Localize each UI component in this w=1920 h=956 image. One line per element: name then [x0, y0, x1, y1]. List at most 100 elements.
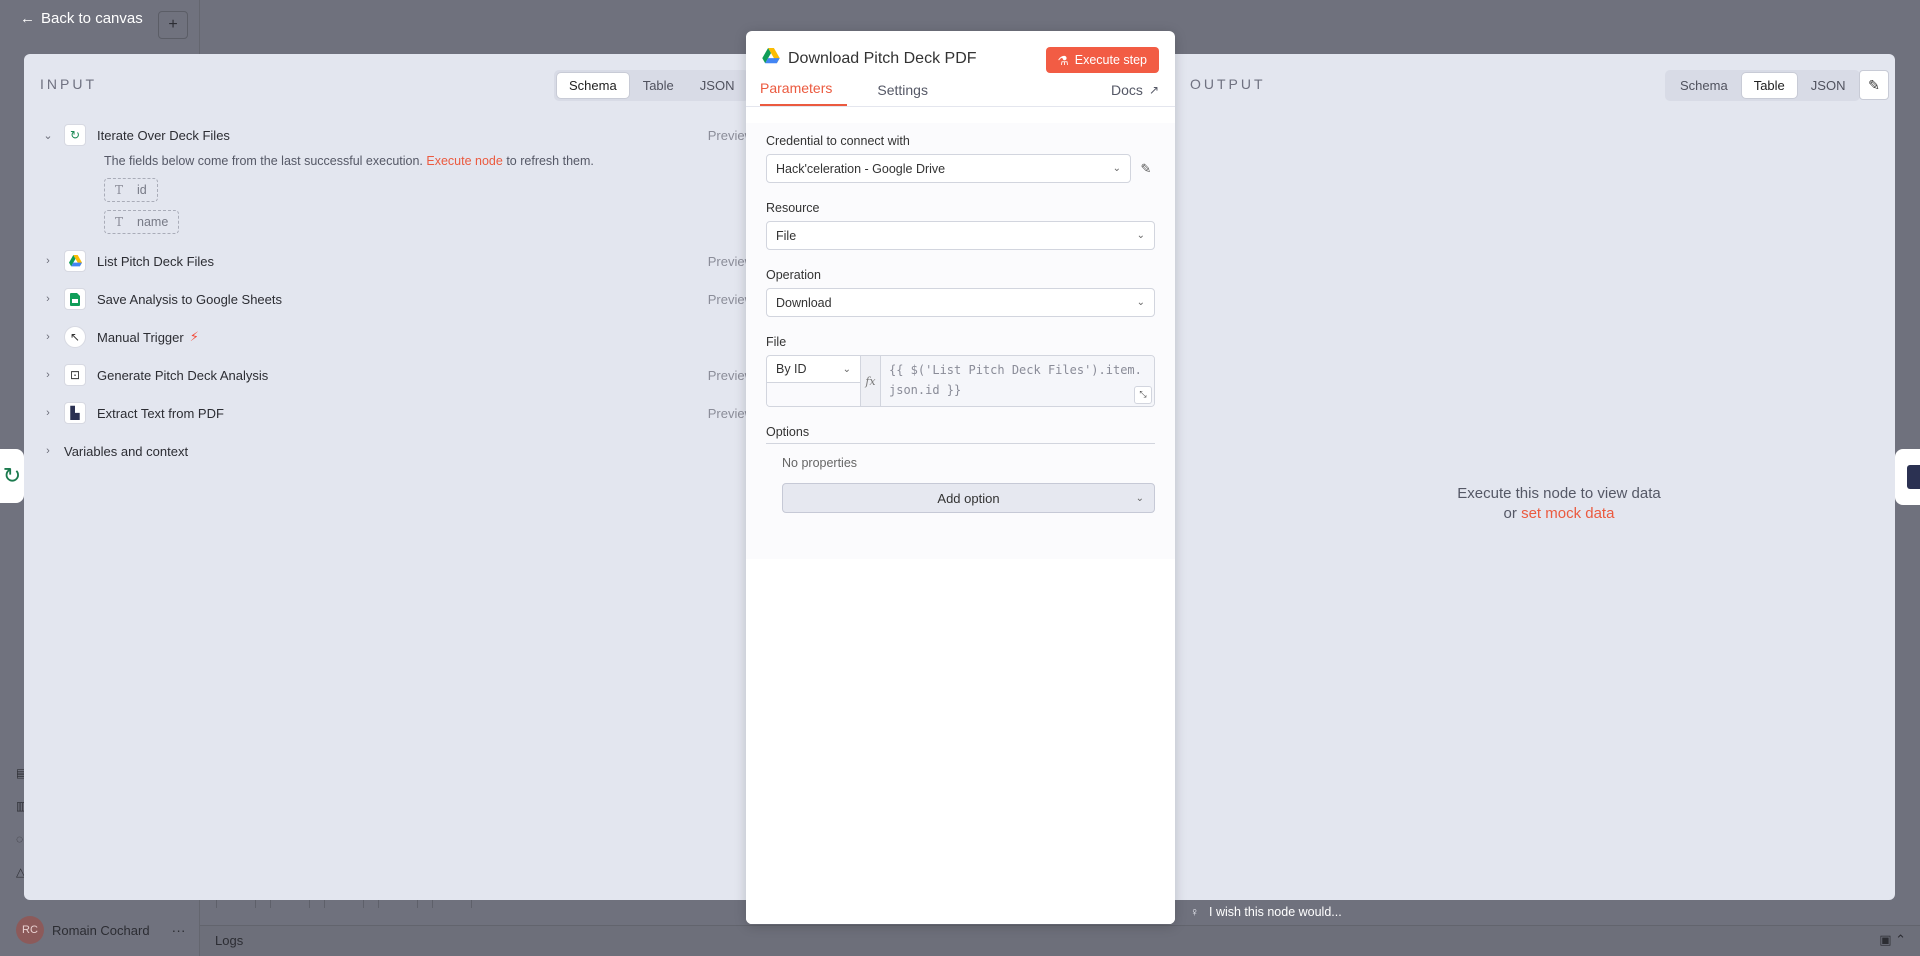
back-to-canvas-link[interactable]: ← Back to canvas [20, 10, 143, 27]
trigger-bolt-icon: ⚡ [189, 329, 199, 344]
credential-select[interactable]: Hack'celeration - Google Drive ⌄ [766, 154, 1131, 183]
logs-bar [200, 925, 1920, 956]
edit-output-button[interactable]: ✎ [1859, 70, 1889, 100]
tab-parameters[interactable]: Parameters [760, 80, 848, 106]
panel-header: Download Pitch Deck PDF ⚗ Execute step [746, 31, 1175, 73]
input-panel-title: INPUT [40, 76, 97, 92]
execute-step-label: Execute step [1074, 53, 1147, 67]
node-name: Extract Text from PDF [97, 405, 224, 421]
loop-icon: ↻ [64, 124, 86, 146]
chevron-down-icon: ⌄ [1136, 297, 1145, 308]
resource-select[interactable]: File ⌄ [766, 221, 1155, 250]
execute-step-button[interactable]: ⚗ Execute step [1045, 47, 1159, 73]
output-empty-state: Execute this node to view data or set mo… [1434, 484, 1684, 524]
input-schema-tree: ⌄ ↻ Iterate Over Deck Files Preview The … [40, 116, 760, 470]
text-type-icon: T [115, 215, 124, 229]
note-suffix: to refresh them. [506, 154, 594, 168]
node-name: Iterate Over Deck Files [97, 127, 230, 143]
chevron-down-icon: ⌄ [842, 363, 851, 375]
docs-label: Docs [1111, 82, 1143, 98]
next-node-icon [1895, 449, 1920, 505]
chevron-down-icon: ⌄ [43, 129, 53, 142]
google-sheets-icon [64, 288, 86, 310]
output-panel-title: OUTPUT [1190, 76, 1266, 92]
file-expression-editor[interactable]: {{ $('List Pitch Deck Files').item.json.… [881, 356, 1154, 406]
flask-icon: ⚗ [1057, 53, 1069, 68]
output-view-switcher: Schema Table JSON [1665, 70, 1861, 101]
add-option-button[interactable]: Add option ⌄ [782, 483, 1155, 513]
add-option-label: Add option [937, 490, 1000, 506]
chevron-right-icon: › [46, 331, 50, 343]
options-label: Options [766, 425, 1155, 444]
set-mock-data-link[interactable]: set mock data [1521, 505, 1614, 522]
chevron-right-icon: › [46, 255, 50, 267]
previous-node-icon: ↻ [0, 449, 24, 503]
file-input-group: By ID ⌄ fx {{ $('List Pitch Deck Files')… [766, 355, 1155, 407]
back-to-canvas-label: Back to canvas [41, 10, 143, 27]
external-link-icon: ↗ [1148, 83, 1159, 97]
variables-label: Variables and context [64, 443, 189, 459]
tree-node-generate-pitch-deck-analysis[interactable]: › ⊡ Generate Pitch Deck Analysis Preview [40, 356, 760, 394]
parameters-form: Credential to connect with Hack'celerati… [746, 123, 1175, 924]
no-properties-text: No properties [782, 456, 858, 470]
avatar: RC [16, 916, 44, 944]
feedback-link[interactable]: ♀ I wish this node would... [1190, 905, 1342, 919]
input-tab-table[interactable]: Table [631, 73, 686, 98]
node-name: Manual Trigger [97, 329, 184, 345]
add-tab-icon: + [158, 11, 188, 39]
chevron-down-icon: ⌄ [1136, 230, 1145, 241]
credential-value: Hack'celeration - Google Drive [776, 161, 946, 176]
node-title[interactable]: Download Pitch Deck PDF [788, 50, 977, 68]
tree-node-manual-trigger[interactable]: › ↖ Manual Trigger ⚡ [40, 318, 760, 356]
tree-node-list-pitch-deck-files[interactable]: › List Pitch Deck Files Preview [40, 242, 760, 280]
tree-variables-and-context[interactable]: › Variables and context [40, 432, 760, 470]
open-expression-editor-icon[interactable]: ⤡ [1134, 386, 1152, 404]
expression-fx-icon: fx [861, 356, 881, 406]
operation-select[interactable]: Download ⌄ [766, 288, 1155, 317]
tab-settings[interactable]: Settings [877, 82, 928, 106]
empty-state-text: Execute this node to view data [1457, 485, 1661, 502]
resource-value: File [776, 228, 797, 243]
logs-label: Logs [215, 933, 244, 948]
operation-value: Download [776, 295, 832, 310]
user-name: Romain Cochard [52, 922, 150, 938]
robot-icon: ⊡ [64, 364, 86, 386]
input-tab-json[interactable]: JSON [688, 73, 747, 98]
edit-credential-icon[interactable]: ✎ [1137, 161, 1155, 177]
output-tab-table[interactable]: Table [1741, 73, 1797, 98]
tree-node-iterate-over-deck-files[interactable]: ⌄ ↻ Iterate Over Deck Files Preview [40, 116, 760, 154]
execute-node-link[interactable]: Execute node [426, 154, 502, 168]
cursor-icon: ↖ [64, 326, 86, 348]
input-tab-schema[interactable]: Schema [557, 73, 629, 98]
node-name: Save Analysis to Google Sheets [97, 291, 283, 307]
schema-fields: T id T name [40, 178, 760, 242]
user-menu: RC Romain Cochard ··· [16, 916, 186, 944]
pencil-icon: ✎ [1868, 76, 1880, 93]
docs-link[interactable]: Docs ↗ [1111, 82, 1159, 98]
file-expression-value: {{ $('List Pitch Deck Files').item.json.… [889, 363, 1142, 397]
output-tab-json[interactable]: JSON [1799, 73, 1858, 98]
node-name: List Pitch Deck Files [97, 253, 215, 269]
text-type-icon: T [115, 183, 124, 197]
pdf-extract-icon: ▙ [64, 402, 86, 424]
tree-node-save-analysis-to-google-sheets[interactable]: › Save Analysis to Google Sheets Preview [40, 280, 760, 318]
chevron-right-icon: › [46, 407, 50, 419]
schema-field-name[interactable]: T name [104, 210, 180, 234]
chevron-down-icon: ⌄ [1135, 492, 1144, 504]
input-view-switcher: Schema Table JSON [554, 70, 750, 101]
file-mode-select[interactable]: By ID ⌄ [767, 356, 860, 382]
google-drive-icon [64, 250, 86, 272]
field-name: id [137, 183, 147, 197]
note-text: The fields below come from the last succ… [104, 154, 423, 168]
empty-state-or: or [1503, 505, 1517, 522]
feedback-label: I wish this node would... [1209, 905, 1342, 919]
logs-controls-icon: ▣ ⌃ [1879, 932, 1906, 947]
tree-node-extract-text-from-pdf[interactable]: › ▙ Extract Text from PDF Preview [40, 394, 760, 432]
file-mode-value: By ID [776, 362, 807, 376]
output-tab-schema[interactable]: Schema [1668, 73, 1740, 98]
google-drive-icon [762, 48, 780, 69]
chevron-down-icon: ⌄ [1112, 163, 1121, 174]
schema-field-id[interactable]: T id [104, 178, 158, 202]
chevron-right-icon: › [46, 369, 50, 381]
credential-label: Credential to connect with [766, 134, 910, 148]
